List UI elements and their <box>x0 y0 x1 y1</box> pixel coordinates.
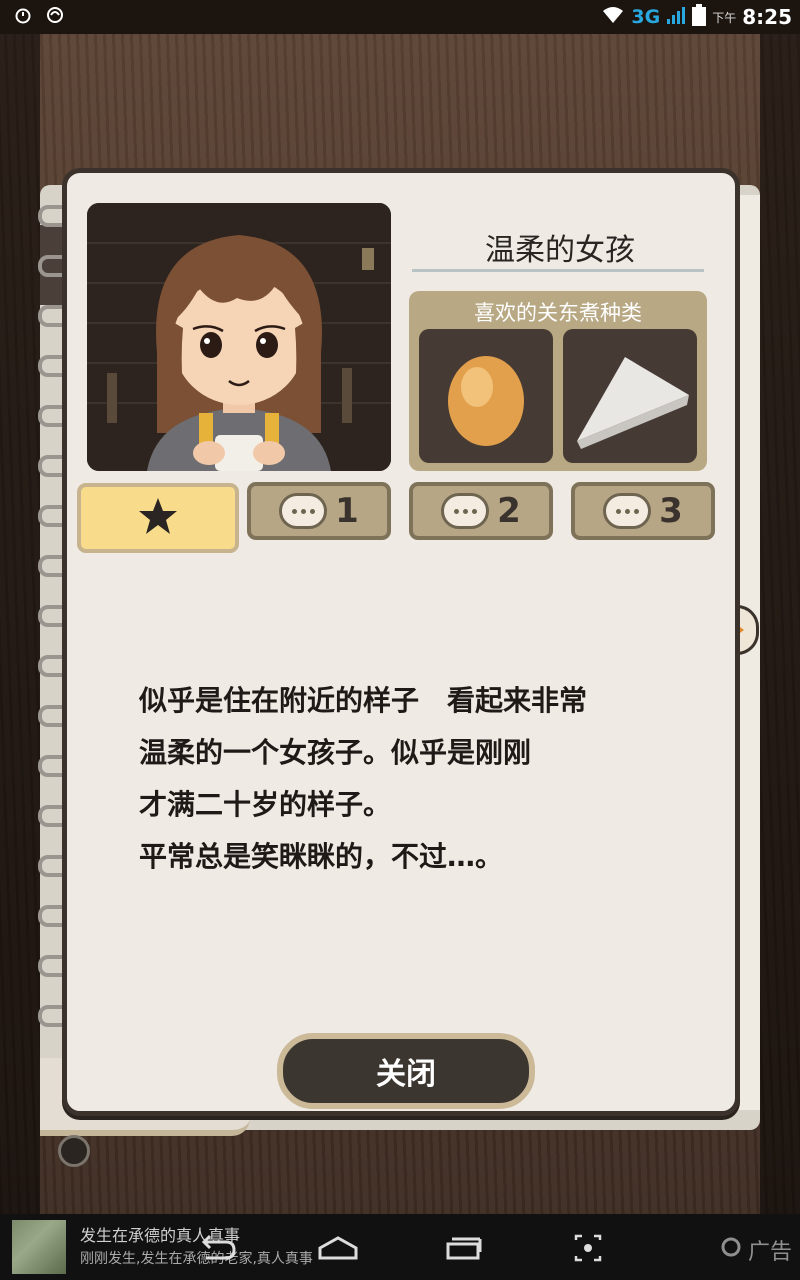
close-button[interactable]: 关闭 <box>277 1033 535 1109</box>
network-type: 3G <box>631 6 661 28</box>
alarm-icon <box>14 6 32 24</box>
favorite-oden-panel: 喜欢的关东煮种类 <box>409 291 707 471</box>
star-icon <box>137 495 179 541</box>
status-bar: 3G 下午 8:25 <box>0 0 800 34</box>
ampm-label: 下午 <box>712 10 737 25</box>
navigation-bar: 发生在承德的真人真事 刚刚发生,发生在承德的老家,真人真事 广告 <box>0 1214 800 1280</box>
app-notification-icon <box>46 6 64 24</box>
description-line: 才满二十岁的样子。 <box>139 788 392 821</box>
signal-icon <box>666 5 686 29</box>
tab-chat-1[interactable]: 1 <box>247 482 391 540</box>
tab-number: 2 <box>497 491 521 531</box>
description-line: 似乎是住在附近的样子 看起来非常 <box>139 684 588 717</box>
wifi-icon <box>601 5 625 29</box>
recent-apps-icon[interactable] <box>442 1232 486 1264</box>
tab-number: 1 <box>335 491 359 531</box>
description-line: 温柔的一个女孩子。似乎是刚刚 <box>139 736 532 769</box>
ad-label-text: 广告 <box>747 1240 792 1265</box>
character-description: 似乎是住在附近的样子 看起来非常 温柔的一个女孩子。似乎是刚刚 才满二十岁的样子… <box>139 675 699 883</box>
tab-number: 3 <box>659 491 683 531</box>
ad-icon <box>720 1236 742 1264</box>
ring-hole <box>58 1135 90 1167</box>
name-divider <box>412 269 704 272</box>
character-portrait <box>87 203 391 471</box>
clock: 8:25 <box>742 5 792 29</box>
left-shade <box>0 34 40 1214</box>
chat-bubble-icon <box>441 493 490 529</box>
battery-icon <box>692 4 707 30</box>
back-icon[interactable] <box>196 1232 240 1264</box>
description-line: 平常总是笑眯眯的，不过…。 <box>139 840 504 873</box>
chat-bubble-icon <box>279 493 328 529</box>
daikon-icon <box>563 329 697 463</box>
ad-thumbnail[interactable] <box>12 1220 66 1274</box>
chat-bubble-icon <box>603 493 652 529</box>
right-shade <box>760 34 800 1214</box>
character-name: 温柔的女孩 <box>485 233 635 268</box>
favorite-oden-title: 喜欢的关东煮种类 <box>474 301 642 325</box>
tab-chat-2[interactable]: 2 <box>409 482 553 540</box>
character-card: 温柔的女孩 喜欢的关东煮种类 1 2 3 似乎是住在附近的样子 看起来非常 温柔… <box>62 168 740 1116</box>
egg-icon <box>419 329 553 463</box>
tab-profile[interactable] <box>77 483 239 553</box>
screenshot-icon[interactable] <box>566 1232 610 1264</box>
tab-chat-3[interactable]: 3 <box>571 482 715 540</box>
ad-badge: 广告 <box>720 1234 792 1266</box>
home-icon[interactable] <box>316 1232 360 1264</box>
